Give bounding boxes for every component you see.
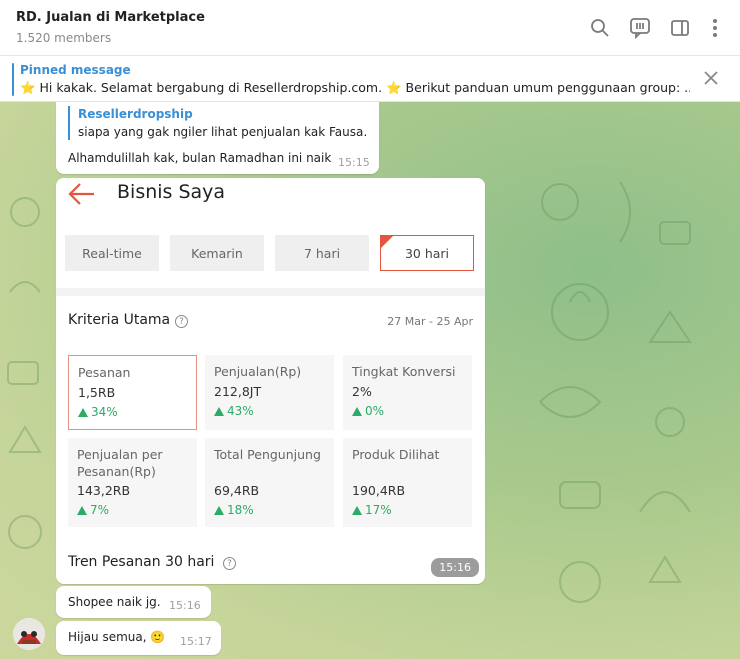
pinned-message[interactable]: Pinned message ⭐ Hi kakak. Selamat berga… xyxy=(0,56,740,102)
message-text: Shopee naik jg. xyxy=(68,595,161,609)
reply-accent-bar xyxy=(68,106,70,140)
tab-30-hari: 30 hari xyxy=(380,235,474,271)
message-bubble[interactable]: Resellerdropship siapa yang gak ngiler l… xyxy=(56,102,379,174)
section-divider xyxy=(56,288,485,296)
app-screenshot-header: Bisnis Saya Real-time Kemarin 7 hari 30 … xyxy=(56,178,485,294)
member-count: 1.520 members xyxy=(16,31,112,45)
metric-change: 7% xyxy=(77,503,109,517)
message-text: Hijau semua, 🙂 xyxy=(68,630,166,644)
message-text: Alhamdulillah kak, bulan Ramadhan ini na… xyxy=(68,151,332,165)
chat-header: RD. Jualan di Marketplace 1.520 members xyxy=(0,0,740,56)
metric-card: Penjualan(Rp) 212,8JT 43% xyxy=(205,355,334,430)
metric-card: Penjualan per Pesanan(Rp) 143,2RB 7% xyxy=(68,438,197,527)
avatar[interactable] xyxy=(13,618,45,650)
metric-card: Produk Dilihat 190,4RB 17% xyxy=(343,438,472,527)
message-time: 15:16 xyxy=(169,599,201,612)
metric-card: Pesanan 1,5RB 34% xyxy=(68,355,197,430)
metric-label: Tingkat Konversi xyxy=(352,364,456,379)
wallpaper-doodles-left xyxy=(7,197,42,549)
image-message[interactable]: Bisnis Saya Real-time Kemarin 7 hari 30 … xyxy=(56,178,485,584)
wallpaper-doodles xyxy=(539,181,692,603)
pinned-title: Pinned message xyxy=(20,63,131,77)
app-title: Bisnis Saya xyxy=(117,181,226,203)
pinned-text: ⭐ Hi kakak. Selamat bergabung di Reselle… xyxy=(20,80,690,95)
metric-value: 212,8JT xyxy=(214,384,262,399)
message-time: 15:17 xyxy=(180,635,212,648)
back-arrow-icon xyxy=(68,182,98,206)
metric-card: Tingkat Konversi 2% 0% xyxy=(343,355,472,430)
search-icon[interactable] xyxy=(588,16,612,40)
chat-area[interactable]: Resellerdropship siapa yang gak ngiler l… xyxy=(0,102,740,659)
video-chat-icon[interactable] xyxy=(628,16,652,40)
metric-value: 1,5RB xyxy=(78,385,116,400)
chat-title[interactable]: RD. Jualan di Marketplace xyxy=(16,10,205,25)
metric-change: 43% xyxy=(214,404,254,418)
metric-change: 0% xyxy=(352,404,384,418)
help-icon: ? xyxy=(223,557,236,570)
metric-label: Penjualan(Rp) xyxy=(214,364,302,379)
metric-change: 18% xyxy=(214,503,254,517)
message-bubble[interactable]: Hijau semua, 🙂 15:17 xyxy=(56,621,221,655)
tab-7-hari: 7 hari xyxy=(275,235,369,271)
date-range: 27 Mar - 25 Apr xyxy=(387,315,473,328)
metric-value: 190,4RB xyxy=(352,483,406,498)
metric-label: Penjualan per Pesanan(Rp) xyxy=(77,447,163,479)
metric-label: Pesanan xyxy=(78,365,131,380)
message-time: 15:15 xyxy=(338,156,370,169)
metric-change: 17% xyxy=(352,503,392,517)
metric-value: 69,4RB xyxy=(214,483,260,498)
tab-realtime: Real-time xyxy=(65,235,159,271)
reply-snippet[interactable]: siapa yang gak ngiler lihat penjualan ka… xyxy=(78,125,368,139)
help-icon: ? xyxy=(175,315,188,328)
metric-change: 34% xyxy=(78,405,118,419)
more-vert-icon[interactable] xyxy=(703,16,727,40)
metric-label: Total Pengunjung xyxy=(214,447,321,462)
metric-value: 143,2RB xyxy=(77,483,131,498)
reply-author[interactable]: Resellerdropship xyxy=(78,107,193,121)
pinned-accent-bar xyxy=(12,63,14,96)
metric-label: Produk Dilihat xyxy=(352,447,440,462)
close-icon[interactable] xyxy=(704,70,722,88)
metric-card: Total Pengunjung 69,4RB 18% xyxy=(205,438,334,527)
tab-kemarin: Kemarin xyxy=(170,235,264,271)
sidebar-toggle-icon[interactable] xyxy=(668,16,692,40)
message-bubble[interactable]: Shopee naik jg. 15:16 xyxy=(56,586,211,618)
trend-title: Tren Pesanan 30 hari xyxy=(68,554,215,570)
metric-value: 2% xyxy=(352,384,372,399)
message-time: 15:16 xyxy=(431,558,479,577)
section-title: Kriteria Utama xyxy=(68,312,171,328)
